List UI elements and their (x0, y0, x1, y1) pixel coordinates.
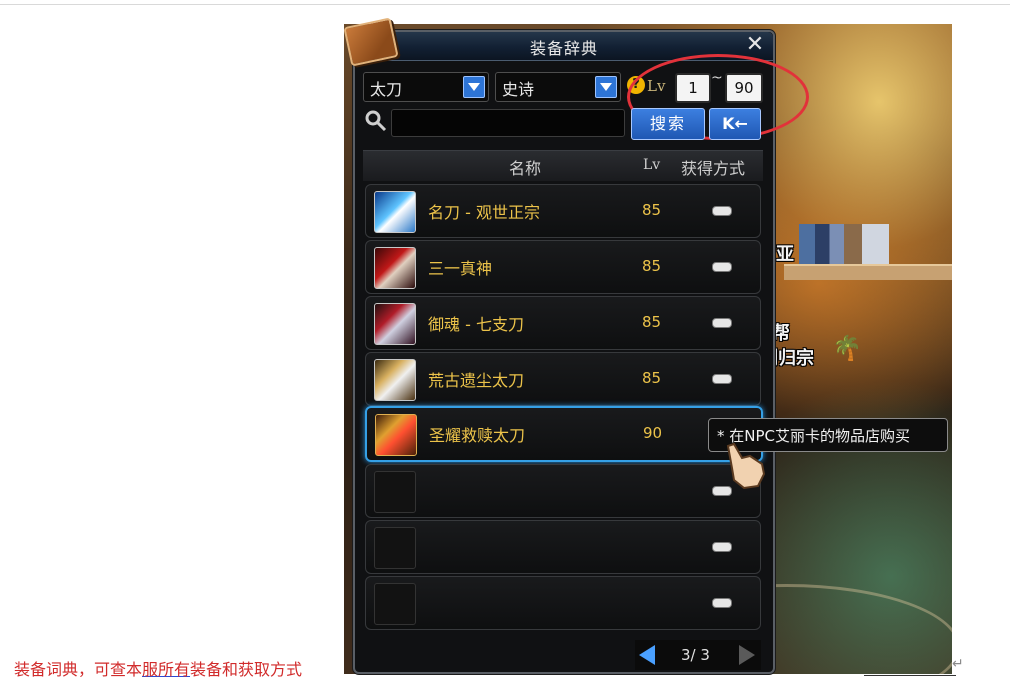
equipment-dictionary-window: 装备辞典 ✕ 太刀 史诗 ? Lv 1 ~ 90 搜索 K← 名称 Lv 获得方… (343, 17, 809, 674)
obtain-method-button[interactable] (712, 542, 732, 552)
header-name: 名称 (509, 159, 542, 178)
table-row-empty (365, 520, 761, 574)
page-top-rule (0, 4, 1010, 5)
obtain-method-button[interactable] (712, 598, 732, 608)
paragraph-mark-icon: ↵ (952, 656, 964, 672)
first-page-button[interactable]: K← (709, 108, 761, 140)
text-baseline-rule (864, 675, 956, 676)
caption-part-1: 装备词典，可查本 (14, 660, 143, 679)
obtain-method-button[interactable] (712, 262, 732, 272)
katana-icon (374, 359, 416, 401)
katana-icon (374, 191, 416, 233)
table-row[interactable]: 荒古遗尘太刀 85 (365, 352, 761, 406)
item-name: 荒古遗尘太刀 (428, 371, 525, 390)
empty-slot (374, 583, 416, 625)
item-level: 85 (642, 369, 662, 387)
empty-slot (374, 527, 416, 569)
item-level: 85 (642, 257, 662, 275)
prev-page-icon[interactable] (639, 645, 655, 665)
empty-slot (374, 471, 416, 513)
search-icon (365, 110, 387, 132)
header-obtain: 获得方式 (681, 159, 746, 178)
item-name: 圣耀救赎太刀 (429, 426, 526, 445)
close-icon[interactable]: ✕ (743, 33, 767, 57)
table-row-empty (365, 576, 761, 630)
chevron-down-icon[interactable] (463, 76, 485, 98)
table-row-selected[interactable]: 圣耀救赎太刀 90 (365, 406, 763, 462)
table-header: 名称 Lv 获得方式 (363, 150, 763, 181)
next-page-icon[interactable] (739, 645, 755, 665)
obtain-method-button[interactable] (712, 374, 732, 384)
rarity-dropdown[interactable]: 史诗 (495, 72, 621, 102)
obtain-method-button[interactable] (712, 318, 732, 328)
table-row[interactable]: 御魂 - 七支刀 85 (365, 296, 761, 350)
chevron-down-icon[interactable] (595, 76, 617, 98)
caption-text: 装备词典，可查本服所有装备和获取方式 (14, 656, 302, 680)
katana-icon (374, 247, 416, 289)
search-button[interactable]: 搜索 (631, 108, 705, 140)
bookshelf-books (799, 224, 889, 264)
item-level: 85 (642, 201, 662, 219)
item-level: 85 (642, 313, 662, 331)
katana-icon (375, 414, 417, 456)
rarity-value: 史诗 (502, 80, 535, 99)
item-name: 名刀 - 观世正宗 (428, 203, 540, 222)
hand-cursor-icon (726, 442, 766, 490)
katana-icon (374, 303, 416, 345)
obtain-method-button[interactable] (712, 206, 732, 216)
weapon-type-dropdown[interactable]: 太刀 (363, 72, 489, 102)
table-row-empty (365, 464, 761, 518)
weapon-type-value: 太刀 (370, 80, 403, 99)
header-lv: Lv (643, 157, 661, 173)
bookshelf (784, 264, 952, 280)
item-name: 御魂 - 七支刀 (428, 315, 524, 334)
page-indicator: 3/ 3 (681, 646, 710, 664)
caption-part-2: 服所有 (142, 660, 191, 679)
caption-part-3: 装备和获取方式 (190, 660, 303, 679)
table-row[interactable]: 三一真神 85 (365, 240, 761, 294)
item-level: 90 (643, 424, 663, 442)
palm-icon: 🌴 (832, 334, 862, 362)
search-input[interactable] (391, 109, 625, 137)
pagination: 3/ 3 (635, 640, 761, 670)
table-row[interactable]: 名刀 - 观世正宗 85 (365, 184, 761, 238)
item-name: 三一真神 (428, 259, 493, 278)
